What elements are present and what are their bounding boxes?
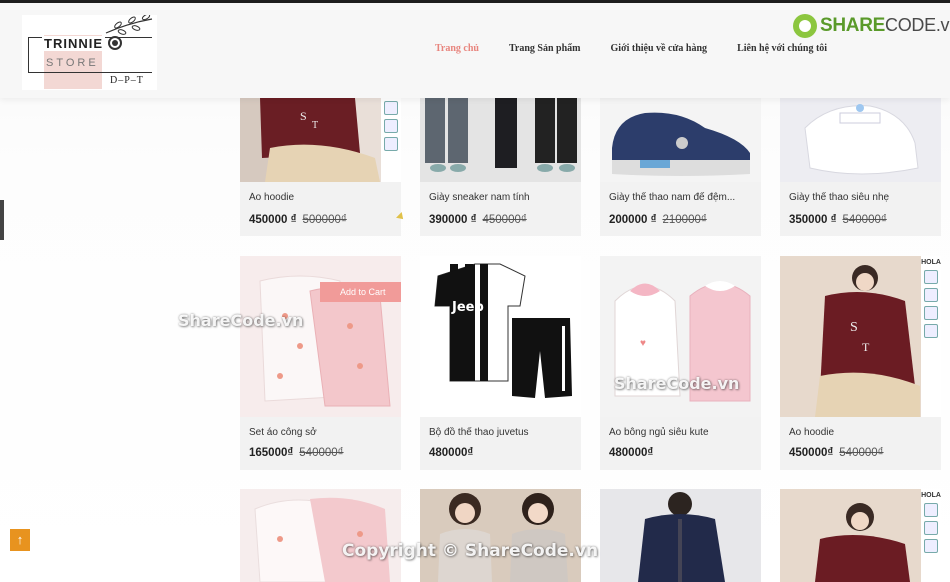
watermark-sharecode: ShareCode.vn bbox=[614, 374, 740, 393]
product-price: 350000 ₫ 540000₫ bbox=[789, 214, 887, 226]
product-old-price: 540000₫ bbox=[299, 447, 344, 459]
store-logo[interactable]: TRINNIE STORE D–P–T bbox=[22, 15, 157, 90]
product-old-price: 540000₫ bbox=[842, 214, 887, 226]
product-name[interactable]: Giày thể thao nam để đệm... bbox=[609, 192, 754, 203]
main-nav: Trang chủ Trang Sản phẩm Giới thiệu về c… bbox=[435, 43, 857, 54]
product-image[interactable] bbox=[780, 98, 941, 182]
logo-text-dpt: D–P–T bbox=[110, 75, 144, 86]
watermark-copyright: Copyright © ShareCode.vn bbox=[342, 541, 599, 561]
svg-text:T: T bbox=[312, 120, 318, 131]
nav-about[interactable]: Giới thiệu về cửa hàng bbox=[611, 43, 708, 54]
hola-label: HOLA bbox=[921, 492, 941, 499]
add-to-cart-button[interactable]: Add to Cart bbox=[320, 282, 401, 302]
product-image[interactable] bbox=[600, 489, 761, 582]
product-price: 390000 ₫ 450000₫ bbox=[429, 214, 527, 226]
product-card[interactable]: HOLA bbox=[780, 489, 941, 582]
product-name[interactable]: Bộ đồ thể thao juvetus bbox=[429, 427, 574, 438]
product-image[interactable]: S T HOLA bbox=[780, 256, 941, 417]
product-price: 450000 ₫ 500000₫ bbox=[249, 214, 347, 226]
certification-badges bbox=[381, 98, 401, 182]
sharecode-logo: SHARECODE.vn bbox=[793, 14, 950, 38]
product-image[interactable] bbox=[600, 98, 761, 182]
sharecode-text: SHARECODE.vn bbox=[820, 15, 950, 36]
product-card[interactable] bbox=[420, 489, 581, 582]
product-card[interactable]: ♥ Áo bông ngủ siêu kute 480000₫ bbox=[600, 256, 761, 470]
product-card[interactable]: Add to Cart Set áo công sở 165000₫ 540000… bbox=[240, 256, 401, 470]
product-image[interactable] bbox=[240, 489, 401, 582]
product-name[interactable]: Giày thể thao siêu nhẹ bbox=[789, 192, 934, 203]
product-card[interactable]: Giày sneaker nam tính 390000 ₫ 450000₫ bbox=[420, 98, 581, 236]
nav-contact[interactable]: Liên hệ với chúng tôi bbox=[737, 43, 827, 54]
svg-text:S: S bbox=[300, 109, 307, 123]
product-image[interactable]: S T bbox=[240, 98, 401, 182]
product-name[interactable]: Áo hoodie bbox=[249, 192, 394, 203]
product-old-price: 450000₫ bbox=[482, 214, 527, 226]
site-header: TRINNIE STORE D–P–T Trang chủ Trang Sản … bbox=[0, 3, 950, 98]
nav-home[interactable]: Trang chủ bbox=[435, 43, 479, 54]
product-price: 450000₫ 540000₫ bbox=[789, 447, 884, 459]
product-card[interactable]: Giày thể thao nam để đệm... 200000 ₫ 2100… bbox=[600, 98, 761, 236]
product-image[interactable] bbox=[420, 98, 581, 182]
logo-text-store: STORE bbox=[46, 57, 99, 69]
product-name[interactable]: Giày sneaker nam tính bbox=[429, 192, 574, 203]
product-name[interactable]: Áo hoodie bbox=[789, 427, 934, 438]
watermark-sharecode: ShareCode.vn bbox=[178, 311, 304, 330]
hola-label: HOLA bbox=[921, 259, 941, 266]
leaf-branch-icon bbox=[105, 15, 153, 35]
product-card[interactable]: Giày thể thao siêu nhẹ 350000 ₫ 540000₫ bbox=[780, 98, 941, 236]
product-name[interactable]: Áo bông ngủ siêu kute bbox=[609, 427, 754, 438]
product-card[interactable]: Jeep Bộ đồ thể thao juvetus 480000₫ bbox=[420, 256, 581, 470]
product-image[interactable]: Add to Cart bbox=[240, 256, 401, 417]
svg-text:♥: ♥ bbox=[640, 338, 646, 349]
left-edge-shadow bbox=[0, 200, 4, 240]
product-old-price: 540000₫ bbox=[839, 447, 884, 459]
product-card[interactable]: S T Áo hoodie 450000 ₫ 500000₫ bbox=[240, 98, 401, 236]
product-name[interactable]: Set áo công sở bbox=[249, 427, 394, 438]
logo-text-trinnie: TRINNIE bbox=[42, 36, 105, 51]
product-card[interactable]: S T HOLA Áo hoodie 450000₫ 540000₫ bbox=[780, 256, 941, 470]
product-image[interactable]: Jeep bbox=[420, 256, 581, 417]
logo-circle-icon bbox=[108, 36, 122, 50]
product-card[interactable] bbox=[600, 489, 761, 582]
certification-badges: HOLA bbox=[921, 256, 941, 417]
product-old-price: 500000₫ bbox=[302, 214, 347, 226]
product-price: 200000 ₫ 210000₫ bbox=[609, 214, 707, 226]
product-price: 480000₫ bbox=[609, 447, 654, 459]
nav-products[interactable]: Trang Sản phẩm bbox=[509, 43, 581, 54]
svg-text:T: T bbox=[862, 340, 870, 354]
product-price: 480000₫ bbox=[429, 447, 474, 459]
svg-text:Jeep: Jeep bbox=[451, 300, 484, 315]
product-card[interactable] bbox=[240, 489, 401, 582]
back-to-top-button[interactable]: ↑ bbox=[10, 529, 30, 551]
product-image[interactable] bbox=[420, 489, 581, 582]
sharecode-mark-icon bbox=[793, 14, 817, 38]
product-old-price: 210000₫ bbox=[662, 214, 707, 226]
product-image[interactable]: HOLA bbox=[780, 489, 941, 582]
svg-text:S: S bbox=[850, 320, 858, 335]
product-price: 165000₫ 540000₫ bbox=[249, 447, 344, 459]
certification-badges: HOLA bbox=[921, 489, 941, 582]
